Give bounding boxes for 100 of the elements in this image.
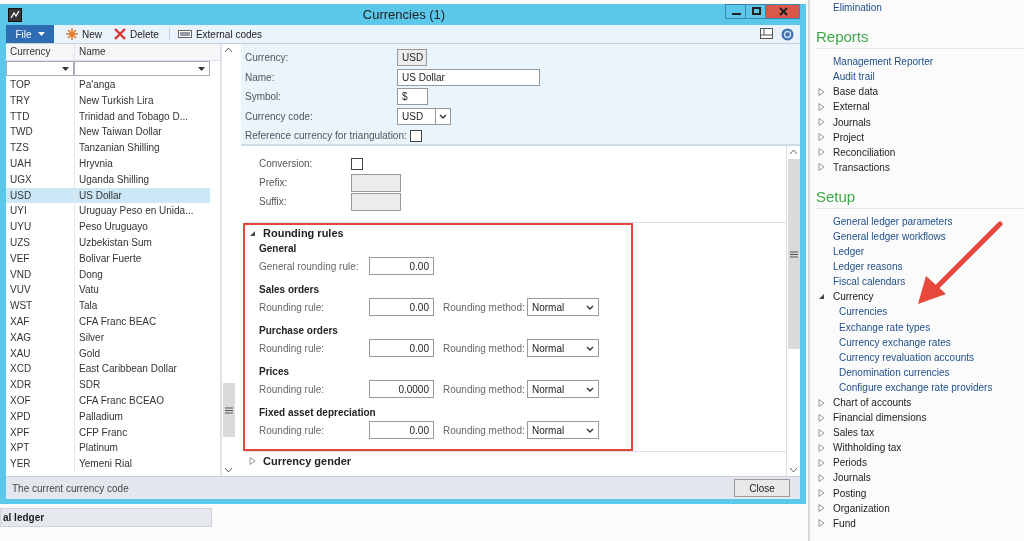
list-row[interactable]: TRY New Turkish Lira [6,92,210,109]
input-field[interactable]: $ [397,88,428,106]
minimize-button[interactable] [725,4,746,19]
table-cell: New Turkish Lira [74,92,210,109]
list-row[interactable]: VUV Vatu [6,282,210,299]
list-row[interactable]: TZS Tanzanian Shilling [6,140,210,156]
filter-field[interactable] [74,61,210,76]
maximize-icon [752,7,761,16]
file-menu[interactable]: File [6,25,54,43]
list-row[interactable]: XPF CFP Franc [6,424,210,441]
nav-folder[interactable]: Base data [833,86,879,98]
input-field[interactable]: 0.00 [369,421,434,439]
list-row[interactable]: XPT Platinum [6,440,210,457]
list-row[interactable]: USD US Dollar [6,187,210,204]
list-row[interactable]: TOP Pa'anga [6,77,210,93]
dropdown-field[interactable]: Normal [527,380,599,398]
input-field[interactable]: 0.00 [369,298,434,316]
nav-link[interactable]: Fiscal calendars [833,276,906,288]
list-row[interactable]: UYU Peso Uruguayo [6,219,210,235]
nav-folder[interactable]: Posting [833,487,867,499]
list-row[interactable]: XAG Silver [6,329,210,346]
checkbox[interactable] [351,157,363,170]
input-field[interactable]: 0.0000 [369,380,434,398]
nav-folder[interactable]: Reconciliation [833,146,896,158]
list-row[interactable]: TWD New Taiwan Dollar [6,124,210,141]
table-cell: Yemeni Rial [74,456,210,472]
dropdown-field[interactable]: Normal [527,298,599,316]
close-button[interactable]: Close [734,479,790,497]
field-label: Suffix: [259,196,288,207]
nav-link[interactable]: General ledger parameters [833,215,953,227]
checkbox[interactable] [409,129,422,142]
nav-link[interactable]: Ledger reasons [833,261,903,273]
nav-folder[interactable]: Transactions [833,161,890,173]
dropdown-caret-icon [198,66,205,71]
nav-link[interactable]: Currency exchange rates [839,336,951,348]
close-button[interactable] [765,4,800,19]
table-cell: Pa'anga [74,77,210,93]
input-field[interactable]: 0.00 [369,339,434,357]
nav-link[interactable]: General ledger workflows [833,231,946,242]
column-header[interactable]: Name [74,44,210,60]
nav-folder[interactable]: Withholding tax [833,442,902,454]
nav-folder[interactable]: Chart of accounts [833,397,912,408]
nav-link[interactable]: Elimination [833,2,882,14]
new-button[interactable]: New [66,28,102,40]
list-row[interactable]: TTD Trinidad and Tobago D... [6,108,210,125]
input-field[interactable]: 0.00 [369,257,434,275]
input-field[interactable] [351,192,401,211]
table-cell-text: TRY [9,93,31,108]
list-row[interactable]: XAF CFA Franc BEAC [6,313,210,330]
nav-link[interactable]: Currency revaluation accounts [839,351,975,363]
list-row[interactable]: VEF Bolivar Fuerte [6,250,210,267]
nav-folder[interactable]: Currency [833,291,874,303]
nav-folder[interactable]: Journals [833,472,871,484]
list-row[interactable]: WST Tala [6,298,210,314]
table-cell-text: XAU [9,346,32,361]
list-row[interactable]: UGX Uganda Shilling [6,171,210,188]
list-row[interactable]: YER Yemeni Rial [6,456,210,472]
section-title[interactable]: Rounding rules [263,227,344,239]
dropdown-field[interactable]: Normal [527,339,599,357]
list-row[interactable]: XCD East Caribbean Dollar [6,361,210,378]
list-row[interactable]: UAH Hryvnia [6,156,210,172]
list-row[interactable]: UYI Uruguay Peso en Unida... [6,203,210,220]
delete-button[interactable]: Delete [114,28,159,40]
nav-folder[interactable]: Journals [833,116,871,128]
nav-folder[interactable]: Periods [833,457,867,469]
input-field[interactable]: US Dollar [397,68,540,86]
list-row[interactable]: UZS Uzbekistan Sum [6,234,210,251]
table-cell-text: WST [9,299,34,314]
list-row[interactable]: XDR SDR [6,377,210,393]
scrollbar[interactable] [221,44,235,476]
list-row[interactable]: VND Dong [6,266,210,283]
list-row[interactable]: XOF CFA Franc BCEAO [6,392,210,409]
external-codes-button[interactable]: External codes [168,28,263,40]
nav-link[interactable]: Ledger [833,246,865,258]
nav-folder[interactable]: Project [833,131,865,143]
nav-link[interactable]: Configure exchange rate providers [839,381,993,393]
input-field[interactable]: USD [397,49,427,67]
list-row[interactable]: XPD Palladium [6,408,210,425]
nav-link[interactable]: Exchange rate types [839,321,931,333]
input-field[interactable] [351,173,401,192]
dropdown-field[interactable]: USD [397,107,451,125]
nav-folder[interactable]: Fund [833,517,856,529]
section-title[interactable]: Currency gender [263,455,352,467]
grip-icon [789,250,798,258]
nav-link[interactable]: Audit trail [833,71,875,83]
list-row[interactable]: XAU Gold [6,345,210,362]
scrollbar[interactable] [786,146,800,476]
nav-link[interactable]: Denomination currencies [839,366,950,378]
table-cell: Uganda Shilling [74,171,210,188]
filter-field[interactable] [6,61,74,76]
nav-folder[interactable]: Sales tax [833,427,875,439]
table-cell: CFA Franc BEAC [74,313,210,330]
table-cell-text: VUV [9,283,32,298]
dropdown-field[interactable]: Normal [527,421,599,439]
column-header[interactable]: Currency [6,44,74,60]
nav-folder[interactable]: Financial dimensions [833,412,927,424]
nav-link[interactable]: Management Reporter [833,56,934,68]
nav-link[interactable]: Currencies [839,306,888,318]
nav-folder[interactable]: External [833,101,870,113]
nav-folder[interactable]: Organization [833,502,890,514]
